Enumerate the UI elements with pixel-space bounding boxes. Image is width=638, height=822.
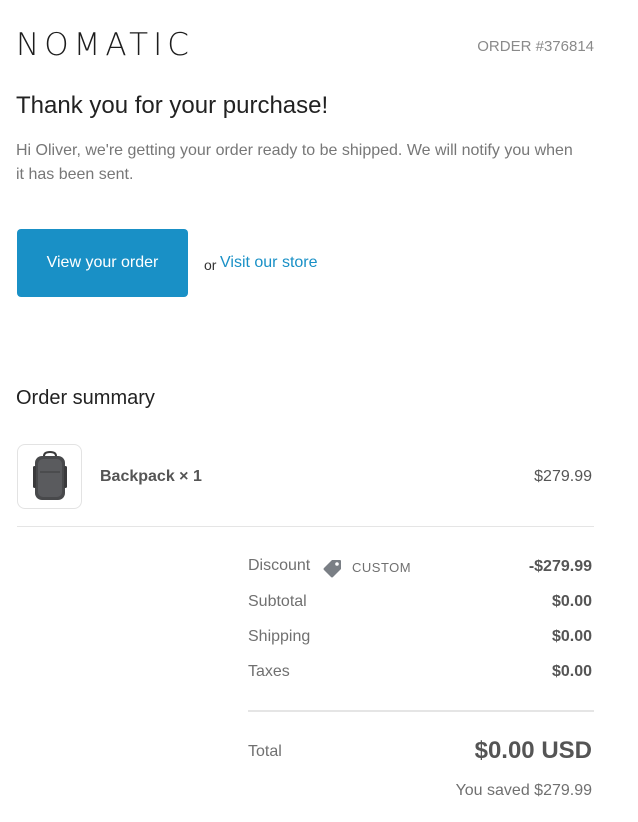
intro-message: Hi Oliver, we're getting your order read… <box>16 142 573 183</box>
item-price: $279.99 <box>534 468 592 485</box>
discount-value: -$279.99 <box>528 558 592 575</box>
total-label: Total <box>248 743 282 760</box>
brand-logo: NOMATIC <box>16 27 194 63</box>
subtotal-label: Subtotal <box>248 593 307 610</box>
taxes-label: Taxes <box>248 663 290 680</box>
savings-text: You saved $279.99 <box>455 782 592 799</box>
backpack-icon <box>33 450 67 500</box>
page-title: Thank you for your purchase! <box>16 92 329 119</box>
total-value: $0.00 USD <box>474 737 592 764</box>
visit-store-link[interactable]: Visit our store <box>220 254 318 272</box>
subtotal-value: $0.00 <box>551 593 592 610</box>
discount-label: Discount <box>248 557 311 574</box>
taxes-value: $0.00 <box>551 663 592 680</box>
tag-icon <box>323 560 341 578</box>
item-name: Backpack × 1 <box>100 468 202 485</box>
shipping-label: Shipping <box>248 628 311 645</box>
or-text: or <box>204 257 217 273</box>
discount-code: CUSTOM <box>352 560 412 575</box>
order-number: ORDER #376814 <box>477 38 594 55</box>
shipping-value: $0.00 <box>551 628 592 645</box>
divider <box>248 710 594 712</box>
product-thumbnail <box>17 444 82 509</box>
divider <box>17 526 594 527</box>
order-summary-title: Order summary <box>16 387 155 409</box>
view-order-button[interactable]: View your order <box>17 229 188 297</box>
